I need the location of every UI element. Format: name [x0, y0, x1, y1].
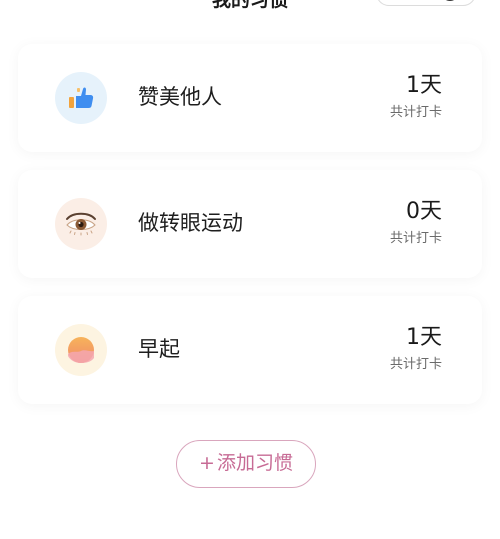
habit-card-wake-early[interactable]: 早起 1天 共计打卡: [18, 296, 482, 404]
habit-days-caption: 共计打卡: [389, 357, 442, 372]
habits-page: 我的习惯 赞美他人 1天 共计打卡 做转眼运动 0天 共计打卡 早起 1天 共计…: [0, 0, 500, 539]
add-habit-button[interactable]: + 添加习惯: [176, 440, 316, 488]
thumbs-up-svg: [69, 87, 94, 108]
habit-card-eye-exercise[interactable]: 做转眼运动 0天 共计打卡: [18, 170, 482, 278]
habit-days: 1天: [406, 325, 442, 350]
habit-name: 早起: [138, 337, 180, 361]
habit-days: 0天: [406, 199, 442, 224]
habit-days: 1天: [406, 73, 442, 98]
thumbs-up-icon: [55, 72, 107, 124]
habit-days-caption: 共计打卡: [389, 231, 442, 246]
habit-days-caption: 共计打卡: [389, 105, 442, 120]
add-habit-label: 添加习惯: [216, 452, 293, 474]
habit-card-praise-others[interactable]: 赞美他人 1天 共计打卡: [18, 44, 482, 152]
page-header: 我的习惯: [0, 0, 500, 16]
sunrise-icon: [55, 324, 107, 376]
habit-name: 做转眼运动: [138, 211, 243, 235]
eye-svg: [66, 212, 96, 236]
sunrise-svg: [68, 337, 94, 363]
plus-icon: +: [199, 452, 215, 474]
mini-program-capsule[interactable]: [376, 0, 476, 6]
habit-name: 赞美他人: [138, 85, 222, 109]
close-circle-icon[interactable]: [441, 0, 459, 1]
eye-icon: [55, 198, 107, 250]
